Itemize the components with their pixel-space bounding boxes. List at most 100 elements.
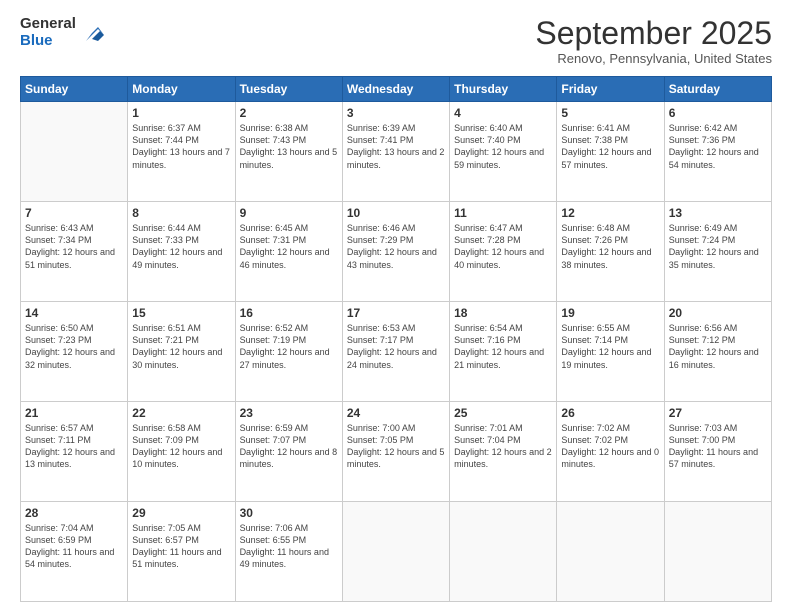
calendar-cell: 19 Sunrise: 6:55 AM Sunset: 7:14 PM Dayli… bbox=[557, 302, 664, 402]
day-number: 19 bbox=[561, 306, 659, 320]
cell-info: Sunrise: 6:50 AM Sunset: 7:23 PM Dayligh… bbox=[25, 322, 123, 371]
calendar-page: General Blue September 2025 Renovo, Penn… bbox=[0, 0, 792, 612]
header: General Blue September 2025 Renovo, Penn… bbox=[20, 16, 772, 66]
day-number: 28 bbox=[25, 506, 123, 520]
day-number: 22 bbox=[132, 406, 230, 420]
col-sunday: Sunday bbox=[21, 77, 128, 102]
cell-info: Sunrise: 6:38 AM Sunset: 7:43 PM Dayligh… bbox=[240, 122, 338, 171]
day-number: 11 bbox=[454, 206, 552, 220]
col-tuesday: Tuesday bbox=[235, 77, 342, 102]
day-number: 9 bbox=[240, 206, 338, 220]
calendar-cell bbox=[21, 102, 128, 202]
week-row-0: 1 Sunrise: 6:37 AM Sunset: 7:44 PM Daylig… bbox=[21, 102, 772, 202]
day-number: 10 bbox=[347, 206, 445, 220]
cell-info: Sunrise: 6:41 AM Sunset: 7:38 PM Dayligh… bbox=[561, 122, 659, 171]
day-number: 21 bbox=[25, 406, 123, 420]
day-number: 27 bbox=[669, 406, 767, 420]
cell-info: Sunrise: 6:59 AM Sunset: 7:07 PM Dayligh… bbox=[240, 422, 338, 471]
calendar-cell: 26Sunrise: 7:02 AM Sunset: 7:02 PM Dayli… bbox=[557, 402, 664, 502]
day-number: 3 bbox=[347, 106, 445, 120]
day-number: 1 bbox=[132, 106, 230, 120]
location: Renovo, Pennsylvania, United States bbox=[535, 51, 772, 66]
cell-info: Sunrise: 6:51 AM Sunset: 7:21 PM Dayligh… bbox=[132, 322, 230, 371]
calendar-cell: 24 Sunrise: 7:00 AM Sunset: 7:05 PM Dayli… bbox=[342, 402, 449, 502]
cell-info: Sunrise: 6:56 AM Sunset: 7:12 PM Dayligh… bbox=[669, 322, 767, 371]
calendar-cell: 20 Sunrise: 6:56 AM Sunset: 7:12 PM Dayli… bbox=[664, 302, 771, 402]
calendar-cell: 5Sunrise: 6:41 AM Sunset: 7:38 PM Daylig… bbox=[557, 102, 664, 202]
cell-info: Sunrise: 6:44 AM Sunset: 7:33 PM Dayligh… bbox=[132, 222, 230, 271]
cell-info: Sunrise: 7:00 AM Sunset: 7:05 PM Dayligh… bbox=[347, 422, 445, 471]
calendar-cell bbox=[342, 502, 449, 602]
calendar-cell bbox=[557, 502, 664, 602]
logo: General Blue bbox=[20, 16, 106, 49]
cell-info: Sunrise: 7:05 AM Sunset: 6:57 PM Dayligh… bbox=[132, 522, 230, 571]
day-number: 20 bbox=[669, 306, 767, 320]
col-saturday: Saturday bbox=[664, 77, 771, 102]
calendar-cell: 21 Sunrise: 6:57 AM Sunset: 7:11 PM Dayli… bbox=[21, 402, 128, 502]
calendar-body: 1 Sunrise: 6:37 AM Sunset: 7:44 PM Daylig… bbox=[21, 102, 772, 602]
day-number: 25 bbox=[454, 406, 552, 420]
calendar-cell: 29 Sunrise: 7:05 AM Sunset: 6:57 PM Dayli… bbox=[128, 502, 235, 602]
calendar-cell bbox=[664, 502, 771, 602]
calendar-cell: 13Sunrise: 6:49 AM Sunset: 7:24 PM Dayli… bbox=[664, 202, 771, 302]
calendar-cell: 14Sunrise: 6:50 AM Sunset: 7:23 PM Dayli… bbox=[21, 302, 128, 402]
day-number: 18 bbox=[454, 306, 552, 320]
logo-icon bbox=[78, 19, 106, 47]
cell-info: Sunrise: 6:48 AM Sunset: 7:26 PM Dayligh… bbox=[561, 222, 659, 271]
cell-info: Sunrise: 6:45 AM Sunset: 7:31 PM Dayligh… bbox=[240, 222, 338, 271]
cell-info: Sunrise: 7:04 AM Sunset: 6:59 PM Dayligh… bbox=[25, 522, 123, 571]
calendar-cell: 6 Sunrise: 6:42 AM Sunset: 7:36 PM Daylig… bbox=[664, 102, 771, 202]
calendar-cell: 30 Sunrise: 7:06 AM Sunset: 6:55 PM Dayli… bbox=[235, 502, 342, 602]
cell-info: Sunrise: 6:53 AM Sunset: 7:17 PM Dayligh… bbox=[347, 322, 445, 371]
calendar-cell: 12 Sunrise: 6:48 AM Sunset: 7:26 PM Dayli… bbox=[557, 202, 664, 302]
day-number: 26 bbox=[561, 406, 659, 420]
col-thursday: Thursday bbox=[450, 77, 557, 102]
calendar-cell: 11 Sunrise: 6:47 AM Sunset: 7:28 PM Dayli… bbox=[450, 202, 557, 302]
calendar-cell: 8 Sunrise: 6:44 AM Sunset: 7:33 PM Daylig… bbox=[128, 202, 235, 302]
cell-info: Sunrise: 6:47 AM Sunset: 7:28 PM Dayligh… bbox=[454, 222, 552, 271]
cell-info: Sunrise: 6:49 AM Sunset: 7:24 PM Dayligh… bbox=[669, 222, 767, 271]
day-number: 6 bbox=[669, 106, 767, 120]
cell-info: Sunrise: 6:57 AM Sunset: 7:11 PM Dayligh… bbox=[25, 422, 123, 471]
day-number: 8 bbox=[132, 206, 230, 220]
cell-info: Sunrise: 7:06 AM Sunset: 6:55 PM Dayligh… bbox=[240, 522, 338, 571]
day-number: 7 bbox=[25, 206, 123, 220]
calendar-cell: 18 Sunrise: 6:54 AM Sunset: 7:16 PM Dayli… bbox=[450, 302, 557, 402]
calendar-cell: 27 Sunrise: 7:03 AM Sunset: 7:00 PM Dayli… bbox=[664, 402, 771, 502]
cell-info: Sunrise: 6:54 AM Sunset: 7:16 PM Dayligh… bbox=[454, 322, 552, 371]
day-number: 16 bbox=[240, 306, 338, 320]
calendar-cell: 3 Sunrise: 6:39 AM Sunset: 7:41 PM Daylig… bbox=[342, 102, 449, 202]
calendar-cell: 4 Sunrise: 6:40 AM Sunset: 7:40 PM Daylig… bbox=[450, 102, 557, 202]
cell-info: Sunrise: 7:01 AM Sunset: 7:04 PM Dayligh… bbox=[454, 422, 552, 471]
calendar-cell: 22Sunrise: 6:58 AM Sunset: 7:09 PM Dayli… bbox=[128, 402, 235, 502]
day-number: 2 bbox=[240, 106, 338, 120]
cell-info: Sunrise: 6:39 AM Sunset: 7:41 PM Dayligh… bbox=[347, 122, 445, 171]
logo-general: General bbox=[20, 16, 76, 33]
col-friday: Friday bbox=[557, 77, 664, 102]
day-number: 4 bbox=[454, 106, 552, 120]
col-wednesday: Wednesday bbox=[342, 77, 449, 102]
calendar-cell bbox=[450, 502, 557, 602]
cell-info: Sunrise: 6:37 AM Sunset: 7:44 PM Dayligh… bbox=[132, 122, 230, 171]
calendar-cell: 17Sunrise: 6:53 AM Sunset: 7:17 PM Dayli… bbox=[342, 302, 449, 402]
week-row-4: 28 Sunrise: 7:04 AM Sunset: 6:59 PM Dayli… bbox=[21, 502, 772, 602]
day-number: 12 bbox=[561, 206, 659, 220]
day-number: 24 bbox=[347, 406, 445, 420]
day-number: 29 bbox=[132, 506, 230, 520]
week-row-3: 21 Sunrise: 6:57 AM Sunset: 7:11 PM Dayli… bbox=[21, 402, 772, 502]
week-row-1: 7 Sunrise: 6:43 AM Sunset: 7:34 PM Daylig… bbox=[21, 202, 772, 302]
day-number: 30 bbox=[240, 506, 338, 520]
day-number: 15 bbox=[132, 306, 230, 320]
logo-text: General Blue bbox=[20, 16, 76, 49]
week-row-2: 14Sunrise: 6:50 AM Sunset: 7:23 PM Dayli… bbox=[21, 302, 772, 402]
cell-info: Sunrise: 6:55 AM Sunset: 7:14 PM Dayligh… bbox=[561, 322, 659, 371]
cell-info: Sunrise: 7:03 AM Sunset: 7:00 PM Dayligh… bbox=[669, 422, 767, 471]
calendar-cell: 2 Sunrise: 6:38 AM Sunset: 7:43 PM Daylig… bbox=[235, 102, 342, 202]
cell-info: Sunrise: 6:52 AM Sunset: 7:19 PM Dayligh… bbox=[240, 322, 338, 371]
calendar-cell: 10Sunrise: 6:46 AM Sunset: 7:29 PM Dayli… bbox=[342, 202, 449, 302]
cell-info: Sunrise: 6:40 AM Sunset: 7:40 PM Dayligh… bbox=[454, 122, 552, 171]
cell-info: Sunrise: 6:42 AM Sunset: 7:36 PM Dayligh… bbox=[669, 122, 767, 171]
calendar-cell: 25 Sunrise: 7:01 AM Sunset: 7:04 PM Dayli… bbox=[450, 402, 557, 502]
cell-info: Sunrise: 6:43 AM Sunset: 7:34 PM Dayligh… bbox=[25, 222, 123, 271]
month-title: September 2025 bbox=[535, 16, 772, 51]
